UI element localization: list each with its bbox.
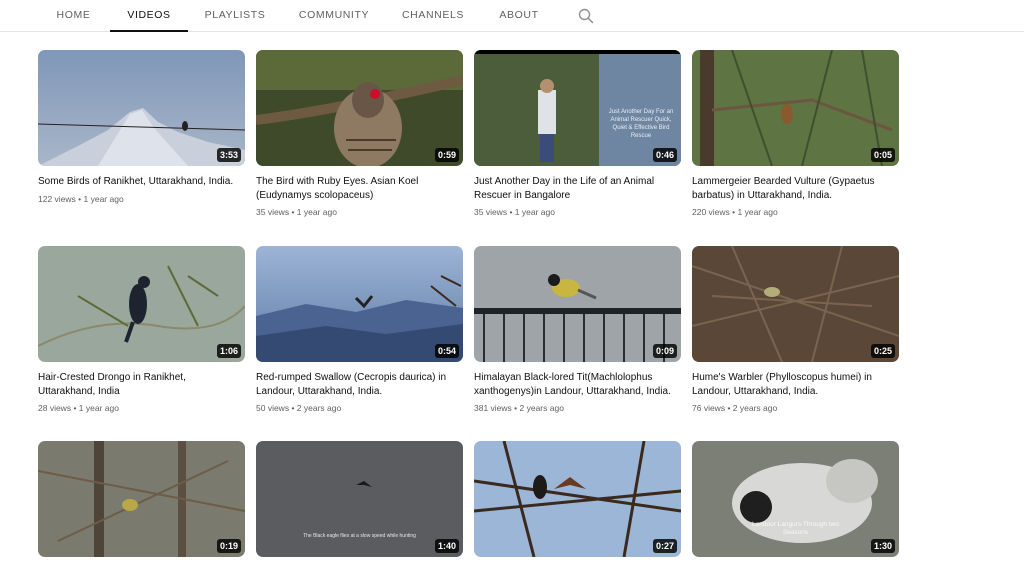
video-thumbnail[interactable]: Just Another Day For an Animal Rescuer Q… (474, 50, 681, 166)
meta-separator: • (729, 207, 738, 217)
tab-home[interactable]: HOME (46, 0, 101, 32)
video-card[interactable]: 3:53 Some Birds of Ranikhet, Uttarakhand… (38, 50, 245, 220)
thumbnail-caption: Just Another Day For an Animal Rescuer Q… (608, 109, 674, 139)
video-meta: 28 views • 1 year ago (38, 403, 119, 414)
meta-separator: • (511, 403, 520, 413)
tab-playlists[interactable]: PLAYLISTS (200, 0, 270, 32)
meta-separator: • (289, 403, 297, 413)
video-duration: 1:40 (434, 539, 459, 553)
upload-age: 1 year ago (737, 207, 778, 217)
view-count: 50 views (256, 403, 290, 413)
video-thumbnail[interactable]: 0:59 (256, 50, 463, 166)
view-count: 76 views (692, 403, 726, 413)
tab-community[interactable]: COMMUNITY (293, 0, 375, 32)
video-card[interactable]: 1:06 Hair-Crested Drongo in Ranikhet, Ut… (38, 246, 245, 416)
video-duration: 1:30 (870, 539, 895, 553)
view-count: 381 views (474, 403, 512, 413)
video-thumbnail[interactable]: Landour Langurs Through two Seasons 1:30 (692, 441, 899, 557)
video-duration: 0:54 (434, 344, 459, 358)
view-count: 28 views (38, 403, 72, 413)
video-duration: 0:19 (216, 539, 241, 553)
video-title[interactable]: Lammergeier Bearded Vulture (Gypaetus ba… (692, 175, 899, 202)
meta-separator: • (507, 207, 515, 217)
upload-age: 1 year ago (83, 194, 124, 204)
video-title[interactable]: Hair-Crested Drongo in Ranikhet, Uttarak… (38, 371, 245, 398)
video-meta: 381 views • 2 years ago (474, 403, 564, 414)
video-meta: 35 views • 1 year ago (474, 207, 555, 218)
tab-videos[interactable]: VIDEOS (110, 0, 188, 32)
video-thumbnail[interactable]: 0:19 (38, 441, 245, 557)
upload-age: 1 year ago (514, 207, 555, 217)
video-title[interactable]: Just Another Day in the Life of an Anima… (474, 175, 681, 202)
meta-separator: • (75, 194, 84, 204)
video-thumbnail[interactable]: 3:53 (38, 50, 245, 166)
video-card[interactable]: 0:09 Himalayan Black-lored Tit(Machlolop… (474, 246, 681, 416)
video-thumbnail[interactable]: 0:25 (692, 246, 899, 362)
view-count: 220 views (692, 207, 730, 217)
meta-separator: • (71, 403, 79, 413)
upload-age: 2 years ago (519, 403, 564, 413)
meta-separator: • (725, 403, 733, 413)
video-meta: 35 views • 1 year ago (256, 207, 337, 218)
view-count: 35 views (474, 207, 508, 217)
upload-age: 2 years ago (296, 403, 342, 413)
tab-about[interactable]: ABOUT (494, 0, 544, 32)
video-duration: 0:05 (870, 148, 895, 162)
video-meta: 50 views • 2 years ago (256, 403, 341, 414)
video-title[interactable]: The Bird with Ruby Eyes. Asian Koel (Eud… (256, 175, 463, 202)
upload-age: 2 years ago (732, 403, 778, 413)
video-thumbnail[interactable]: 1:06 (38, 246, 245, 362)
video-card[interactable]: Landour Langurs Through two Seasons 1:30 (692, 441, 899, 557)
video-title[interactable]: Some Birds of Ranikhet, Uttarakhand, Ind… (38, 175, 245, 189)
video-card[interactable]: 0:05 Lammergeier Bearded Vulture (Gypaet… (692, 50, 899, 220)
video-duration: 1:06 (216, 344, 241, 358)
video-card[interactable]: The Black eagle flies at a slow speed wh… (256, 441, 463, 557)
video-card[interactable]: 0:27 (474, 441, 681, 557)
video-title[interactable]: Hume's Warbler (Phylloscopus humei) in L… (692, 371, 899, 398)
video-meta: 220 views • 1 year ago (692, 207, 778, 218)
meta-separator: • (289, 207, 297, 217)
video-card[interactable]: 0:19 (38, 441, 245, 557)
video-thumbnail[interactable]: The Black eagle flies at a slow speed wh… (256, 441, 463, 557)
video-duration: 0:09 (652, 344, 677, 358)
view-count: 122 views (38, 194, 76, 204)
video-title[interactable]: Himalayan Black-lored Tit(Machlolophus x… (474, 371, 681, 398)
video-card[interactable]: Just Another Day For an Animal Rescuer Q… (474, 50, 681, 220)
video-meta: 122 views • 1 year ago (38, 194, 124, 205)
channel-tabs: HOME VIDEOS PLAYLISTS COMMUNITY CHANNELS… (0, 0, 1024, 32)
thumbnail-caption: The Black eagle flies at a slow speed wh… (303, 533, 416, 539)
video-duration: 0:46 (652, 148, 677, 162)
upload-age: 1 year ago (296, 207, 337, 217)
video-duration: 0:27 (652, 539, 677, 553)
video-duration: 0:59 (434, 148, 459, 162)
video-thumbnail[interactable]: 0:09 (474, 246, 681, 362)
video-thumbnail[interactable]: 0:27 (474, 441, 681, 557)
video-duration: 3:53 (216, 148, 241, 162)
search-icon[interactable] (577, 7, 595, 25)
video-card[interactable]: 0:54 Red-rumped Swallow (Cecropis dauric… (256, 246, 463, 416)
view-count: 35 views (256, 207, 290, 217)
video-title[interactable]: Red-rumped Swallow (Cecropis daurica) in… (256, 371, 463, 398)
thumbnail-caption: Landour Langurs Through two Seasons (752, 521, 839, 536)
video-meta: 76 views • 2 years ago (692, 403, 777, 414)
upload-age: 1 year ago (78, 403, 119, 413)
video-card[interactable]: 0:25 Hume's Warbler (Phylloscopus humei)… (692, 246, 899, 416)
video-card[interactable]: 0:59 The Bird with Ruby Eyes. Asian Koel… (256, 50, 463, 220)
video-thumbnail[interactable]: 0:54 (256, 246, 463, 362)
tab-channels[interactable]: CHANNELS (396, 0, 470, 32)
video-duration: 0:25 (870, 344, 895, 358)
video-thumbnail[interactable]: 0:05 (692, 50, 899, 166)
